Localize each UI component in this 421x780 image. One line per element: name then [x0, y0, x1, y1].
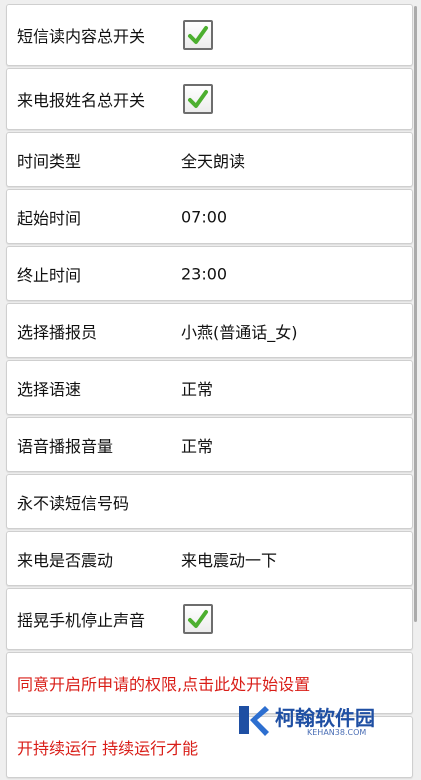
volume-label: 语音播报音量 [17, 436, 114, 456]
watermark-url: KEHAN38.COM [307, 728, 367, 737]
call-name-switch-checkbox[interactable] [183, 84, 213, 114]
permission-notice-label: 同意开启所申请的权限,点击此处开始设置 [17, 675, 311, 694]
time-type-label: 时间类型 [17, 151, 82, 171]
shake-stop-label: 摇晃手机停止声音 [17, 611, 146, 630]
speech-rate-value: 正常 [181, 379, 214, 399]
end-time-label: 终止时间 [17, 265, 82, 285]
announcer-label: 选择播报员 [17, 322, 98, 342]
sms-read-switch-row[interactable]: 短信读内容总开关 [6, 4, 413, 66]
announcer-row[interactable]: 选择播报员 小燕(普通话_女) [6, 303, 413, 358]
volume-value: 正常 [181, 436, 214, 456]
background-notice-label: 开持续运行 持续运行才能 [17, 739, 199, 758]
checkmark-icon [188, 610, 208, 628]
start-time-label: 起始时间 [17, 208, 82, 228]
shake-stop-row[interactable]: 摇晃手机停止声音 [6, 588, 413, 650]
speech-rate-row[interactable]: 选择语速 正常 [6, 360, 413, 415]
end-time-row[interactable]: 终止时间 23:00 [6, 246, 413, 301]
sms-read-switch-checkbox[interactable] [183, 20, 213, 50]
time-type-row[interactable]: 时间类型 全天朗读 [6, 132, 413, 187]
shake-stop-checkbox[interactable] [183, 604, 213, 634]
call-name-switch-row[interactable]: 来电报姓名总开关 [6, 68, 413, 130]
start-time-value: 07:00 [181, 207, 228, 226]
settings-list: 短信读内容总开关 来电报姓名总开关 时间类型 全天朗读 起始时间 07:00 终… [6, 4, 413, 780]
announcer-value: 小燕(普通话_女) [181, 322, 298, 342]
speech-rate-label: 选择语速 [17, 379, 82, 399]
time-type-value: 全天朗读 [181, 151, 246, 171]
kehan-logo-icon [239, 706, 269, 736]
blocked-numbers-label: 永不读短信号码 [17, 493, 130, 513]
call-name-switch-label: 来电报姓名总开关 [17, 91, 146, 110]
call-vibrate-row[interactable]: 来电是否震动 来电震动一下 [6, 531, 413, 586]
checkmark-icon [188, 26, 208, 44]
volume-row[interactable]: 语音播报音量 正常 [6, 417, 413, 472]
call-vibrate-label: 来电是否震动 [17, 550, 114, 570]
checkmark-icon [188, 90, 208, 108]
scrollbar[interactable] [414, 6, 417, 622]
end-time-value: 23:00 [181, 264, 228, 283]
watermark: 柯翰软件园 KEHAN38.COM [235, 700, 405, 740]
call-vibrate-value: 来电震动一下 [181, 550, 278, 570]
sms-read-switch-label: 短信读内容总开关 [17, 27, 146, 46]
watermark-title: 柯翰软件园 [275, 706, 375, 730]
start-time-row[interactable]: 起始时间 07:00 [6, 189, 413, 244]
blocked-numbers-row[interactable]: 永不读短信号码 [6, 474, 413, 529]
